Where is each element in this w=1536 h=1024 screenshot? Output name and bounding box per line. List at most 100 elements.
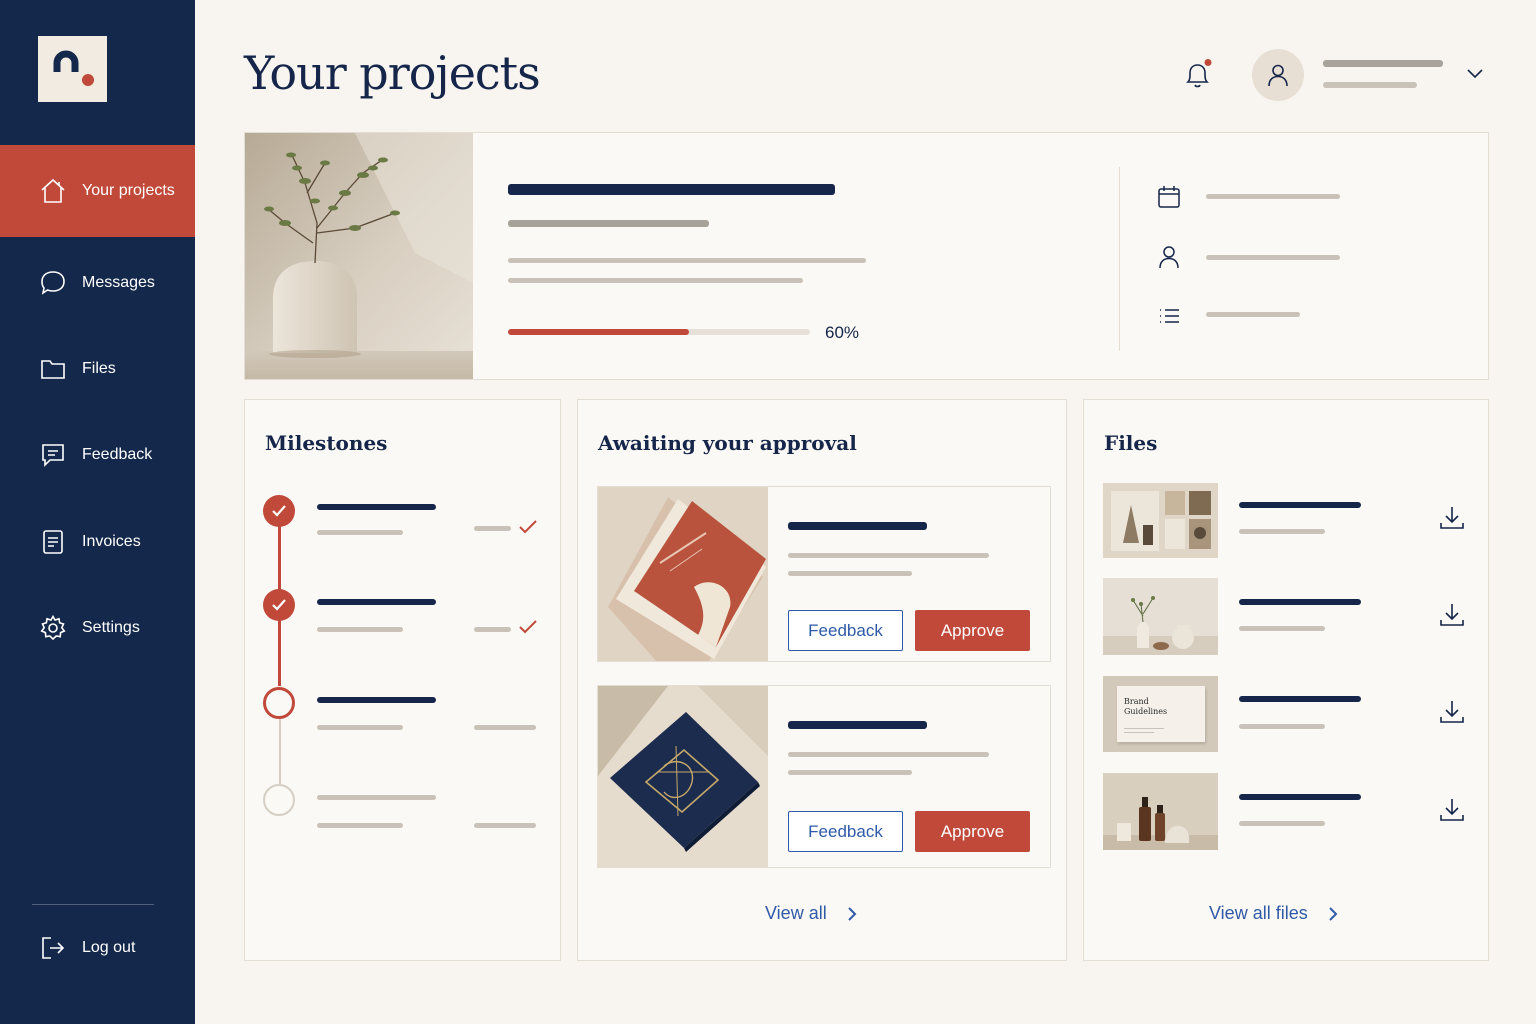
- page-title: Your projects: [244, 46, 541, 100]
- folder-icon: [39, 355, 67, 383]
- sidebar-item-label: Feedback: [82, 446, 153, 463]
- milestone-node-done: [263, 495, 295, 527]
- file-meta-placeholder: [1239, 821, 1325, 826]
- file-meta-placeholder: [1239, 724, 1325, 729]
- milestone-node-current: [263, 687, 295, 719]
- approval-thumbnail: [598, 686, 768, 867]
- project-tasks-placeholder: [1206, 312, 1300, 317]
- user-icon: [1268, 64, 1288, 87]
- milestone-title-placeholder: [317, 504, 436, 510]
- sidebar-item-invoices[interactable]: Invoices: [0, 496, 195, 588]
- avatar[interactable]: [1252, 49, 1304, 101]
- approval-thumbnail: [598, 487, 768, 661]
- project-progress-bar: [508, 329, 810, 335]
- view-all-files-label: View all files: [1209, 903, 1308, 923]
- files-title: Files: [1104, 431, 1158, 455]
- user-icon: [1159, 246, 1179, 269]
- project-date-placeholder: [1206, 194, 1340, 199]
- project-image: [245, 133, 473, 379]
- approval-line-placeholder: [788, 752, 989, 757]
- approval-item: Feedback Approve: [597, 685, 1051, 868]
- logo[interactable]: [38, 36, 107, 102]
- download-icon[interactable]: [1438, 504, 1466, 532]
- user-name-placeholder: [1323, 60, 1443, 67]
- milestone-date-placeholder: [317, 725, 403, 730]
- approval-line-placeholder: [788, 770, 912, 775]
- sidebar-item-files[interactable]: Files: [0, 323, 195, 415]
- sidebar-item-label: Files: [82, 360, 116, 377]
- sidebar-item-label: Settings: [82, 619, 140, 636]
- file-meta-placeholder: [1239, 529, 1325, 534]
- view-all-approvals-link[interactable]: View all: [765, 903, 857, 924]
- download-icon[interactable]: [1438, 601, 1466, 629]
- user-role-placeholder: [1323, 82, 1417, 88]
- approval-item: Feedback Approve: [597, 486, 1051, 662]
- milestone-node-todo: [263, 784, 295, 816]
- milestone-node-done: [263, 589, 295, 621]
- sidebar-item-messages[interactable]: Messages: [0, 237, 195, 329]
- feedback-icon: [39, 441, 67, 469]
- approval-line-placeholder: [788, 553, 989, 558]
- list-icon: [1160, 309, 1179, 323]
- approval-line-placeholder: [788, 571, 912, 576]
- file-name-placeholder: [1239, 696, 1361, 702]
- approval-title-placeholder: [788, 721, 927, 729]
- logout-label: Log out: [82, 939, 136, 956]
- logout-icon: [39, 934, 67, 962]
- project-owner-placeholder: [1206, 255, 1340, 260]
- milestone-status-placeholder: [474, 526, 511, 531]
- approval-title-placeholder: [788, 522, 927, 530]
- approve-button[interactable]: Approve: [915, 811, 1030, 852]
- milestone-title-placeholder: [317, 599, 436, 605]
- logout-button[interactable]: Log out: [0, 902, 195, 994]
- sidebar-item-label: Messages: [82, 274, 155, 291]
- file-thumbnail[interactable]: [1103, 483, 1218, 558]
- check-icon: [519, 620, 537, 634]
- project-progress-fill: [508, 329, 690, 335]
- file-name-placeholder: [1239, 794, 1361, 800]
- document-icon: [39, 528, 67, 556]
- view-all-files-link[interactable]: View all files: [1209, 903, 1338, 924]
- milestone-connector: [279, 718, 281, 784]
- chevron-right-icon: [1329, 906, 1338, 921]
- calendar-icon: [1158, 186, 1180, 208]
- check-icon: [272, 505, 286, 517]
- sidebar-item-your-projects[interactable]: Your projects: [0, 145, 195, 237]
- milestone-title-placeholder: [317, 697, 436, 703]
- gear-icon: [39, 614, 67, 642]
- check-icon: [519, 520, 537, 534]
- sidebar-item-label: Invoices: [82, 533, 141, 550]
- sidebar-item-feedback[interactable]: Feedback: [0, 409, 195, 501]
- project-subtitle-placeholder: [508, 220, 709, 227]
- file-thumbnail[interactable]: [1103, 773, 1218, 850]
- view-all-label: View all: [765, 903, 827, 923]
- milestone-date-placeholder: [317, 823, 403, 828]
- milestone-title-placeholder: [317, 795, 436, 800]
- feedback-button[interactable]: Feedback: [788, 610, 903, 651]
- file-name-placeholder: [1239, 599, 1361, 605]
- hero-divider: [1119, 167, 1120, 351]
- project-title-placeholder: [508, 184, 835, 195]
- project-progress-label: 60%: [825, 323, 860, 342]
- feedback-button[interactable]: Feedback: [788, 811, 903, 852]
- milestone-date-placeholder: [317, 627, 403, 632]
- download-icon[interactable]: [1438, 698, 1466, 726]
- file-thumbnail[interactable]: [1103, 578, 1218, 655]
- milestones-title: Milestones: [265, 431, 388, 455]
- chevron-down-icon[interactable]: [1465, 66, 1485, 82]
- bell-icon: [1186, 59, 1212, 88]
- notifications-button[interactable]: [1183, 58, 1213, 92]
- milestones-panel: Milestones: [244, 399, 561, 961]
- file-meta-placeholder: [1239, 626, 1325, 631]
- sidebar: Your projects Messages Files Feedback In…: [0, 0, 195, 1024]
- sidebar-item-settings[interactable]: Settings: [0, 582, 195, 674]
- files-panel: Files Brand Guidelines View all files: [1083, 399, 1489, 961]
- download-icon[interactable]: [1438, 796, 1466, 824]
- check-icon: [272, 599, 286, 611]
- file-thumbnail[interactable]: Brand Guidelines: [1103, 676, 1218, 752]
- brand-guidelines-text: Brand Guidelines: [1124, 697, 1168, 716]
- project-description-line: [508, 278, 803, 283]
- project-description-line: [508, 258, 866, 263]
- approve-button[interactable]: Approve: [915, 610, 1030, 651]
- project-summary-card[interactable]: 60%: [244, 132, 1489, 380]
